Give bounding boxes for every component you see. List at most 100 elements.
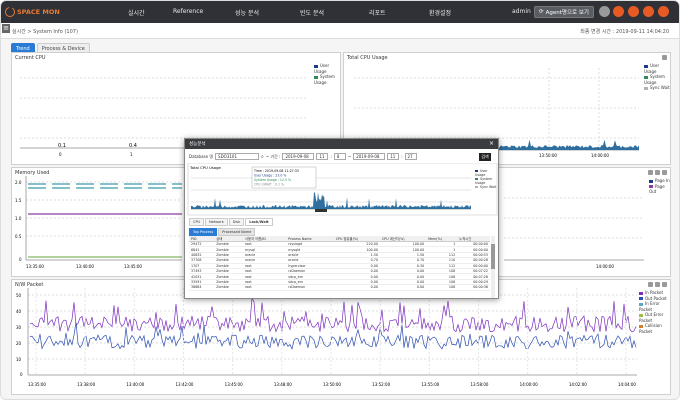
- info-icon[interactable]: [643, 6, 654, 17]
- logo-mark-icon: [5, 7, 15, 17]
- table-cell: rsDaemon: [286, 284, 334, 291]
- dialog-chart-legend: User Usage System Usage Sync Wait: [475, 169, 498, 189]
- y-tick: 40: [16, 309, 22, 314]
- table-row[interactable]: 38684 Zombie root rsDaemon 0.00 0.00 108 00:00:…: [189, 284, 490, 291]
- period-label: ~ 기간 :: [265, 153, 281, 159]
- x-tick: 14:00:00: [520, 382, 538, 387]
- to-minute-select[interactable]: 27: [404, 153, 417, 160]
- y-tick: 1.5: [15, 198, 22, 203]
- y-tick: 30: [16, 325, 22, 330]
- bar-label: 0.1: [58, 143, 66, 149]
- close-icon[interactable]: ×: [489, 140, 494, 147]
- table-cell: root: [243, 284, 287, 291]
- x-tick: 0: [59, 152, 62, 157]
- db-label: Database 명: [189, 153, 214, 159]
- table-cell: 38684: [189, 284, 215, 291]
- nav-reference[interactable]: Reference: [173, 8, 203, 15]
- globe-icon[interactable]: [599, 6, 610, 17]
- x-tick: 13:35:00: [28, 382, 46, 387]
- user-name[interactable]: admin: [512, 8, 531, 15]
- bar-label: 0.4: [129, 143, 137, 149]
- x-tick: 13:38:00: [77, 382, 95, 387]
- db-name-input[interactable]: SDO3101: [215, 153, 260, 160]
- table-cell: Zombie: [214, 284, 243, 291]
- x-tick: 14:02:00: [569, 382, 587, 387]
- x-tick: 13:45:00: [124, 264, 142, 269]
- y-tick: 0: [20, 372, 23, 377]
- dialog-chart-title: Total CPU Usage: [189, 165, 221, 170]
- range-tilde: ~: [347, 154, 352, 159]
- menu-icon[interactable]: ≡: [2, 24, 10, 33]
- x-tick: 13:55:00: [421, 382, 439, 387]
- last-updated: 최종 변경 시간 : 2019-09-11 14:04:20: [580, 29, 669, 35]
- app-window: SPACE MON 실시간 Reference 성능 분석 빈도 분석 리포트 …: [0, 0, 680, 400]
- x-tick: 14:00:00: [596, 264, 614, 269]
- x-tick: 13:40:00: [76, 264, 94, 269]
- x-tick: 13:58:00: [471, 382, 489, 387]
- dialog-cpu-chart: Total CPU Usage Time : 2019-09-08 11:27:…: [187, 163, 498, 216]
- filter-bar: Database 명 SDO3101 ⌕ ~ 기간 : 2019-09-08 1…: [189, 153, 417, 160]
- x-tick: 14:04:00: [618, 382, 636, 387]
- nav-report[interactable]: 리포트: [369, 8, 386, 17]
- x-tick: 13:42:00: [176, 382, 194, 387]
- table-scrollbar[interactable]: [491, 236, 495, 298]
- x-tick: 13:48:00: [274, 382, 292, 387]
- to-hour-select[interactable]: 11: [387, 153, 400, 160]
- tab-top-process[interactable]: Top Process: [189, 228, 218, 236]
- x-tick: 13:50:00: [539, 153, 557, 158]
- nav-settings[interactable]: 환경설정: [429, 8, 451, 17]
- tooltip-line: Time : 2019-09-08 11:27:33: [253, 169, 299, 173]
- separator: :: [401, 154, 403, 159]
- query-button[interactable]: 검색: [479, 153, 491, 161]
- breadcrumb-bar: [1, 23, 679, 39]
- table-cell: 00:00:36: [457, 284, 490, 291]
- from-date-input[interactable]: 2019-09-08: [282, 153, 315, 160]
- bell-icon[interactable]: [658, 6, 669, 17]
- tab-cpu[interactable]: CPU: [189, 218, 205, 226]
- agent-view-button[interactable]: ⟳ Agent명으로 보기: [534, 6, 594, 18]
- nav-frequency[interactable]: 빈도 분석: [300, 8, 324, 17]
- y-tick: 20: [16, 341, 22, 346]
- tooltip-line: System Usage : 12.5 %: [254, 178, 291, 182]
- from-minute-select[interactable]: 8: [333, 153, 346, 160]
- breadcrumb: 실시간 > System Info (107): [12, 29, 78, 35]
- power-icon[interactable]: [628, 6, 639, 17]
- tab-disk[interactable]: Disk: [228, 218, 245, 226]
- x-tick: 13:45:00: [225, 382, 243, 387]
- y-tick: 0: [19, 257, 22, 262]
- search-icon[interactable]: ⌕: [261, 154, 264, 160]
- to-date-input[interactable]: 2019-09-08: [353, 153, 386, 160]
- y-tick: 1.0: [15, 216, 22, 221]
- nav-performance[interactable]: 성능 분석: [235, 8, 259, 17]
- logo[interactable]: SPACE MON: [5, 5, 60, 19]
- legend-sync-wait: Sync Wait: [480, 185, 497, 189]
- tooltip-line: CPU UWAIT : 0.1 %: [254, 183, 284, 187]
- refresh-icon: ⟳: [539, 9, 544, 15]
- logo-text: SPACE MON: [17, 8, 60, 16]
- x-tick: 13:35:00: [26, 264, 44, 269]
- x-tick: 13:52:00: [372, 382, 390, 387]
- timeline-selection-handle[interactable]: [315, 209, 327, 212]
- agent-view-label: Agent명으로 보기: [545, 10, 589, 16]
- from-hour-select[interactable]: 11: [316, 153, 329, 160]
- x-tick: 1: [130, 152, 133, 157]
- tab-processed-name[interactable]: Processed Name: [218, 228, 256, 236]
- y-tick: 2.0: [15, 180, 22, 185]
- table-cell: 0.00: [333, 284, 380, 291]
- table-cell: 0.00: [379, 284, 427, 291]
- tab-lock-wait[interactable]: Lock/Wait: [245, 218, 273, 226]
- process-tabs: Top Process Processed Name: [189, 228, 256, 236]
- scrollbar-thumb[interactable]: [491, 244, 495, 269]
- dialog-metric-tabs: CPU Network Disk Lock/Wait: [189, 218, 273, 226]
- top-navigation-bar: SPACE MON 실시간 Reference 성능 분석 빈도 분석 리포트 …: [1, 1, 679, 23]
- y-tick: 10: [16, 357, 22, 362]
- nav-realtime[interactable]: 실시간: [128, 8, 145, 17]
- y-tick: 0.5: [15, 234, 22, 239]
- x-tick: 13:40:00: [126, 382, 144, 387]
- y-tick: 50: [16, 293, 22, 298]
- tooltip-line: User Usage : 23.0 %: [254, 174, 286, 178]
- tab-network[interactable]: Network: [205, 218, 228, 226]
- x-tick: 14:00:00: [591, 153, 609, 158]
- user-icon[interactable]: [613, 6, 624, 17]
- separator: :: [330, 154, 332, 159]
